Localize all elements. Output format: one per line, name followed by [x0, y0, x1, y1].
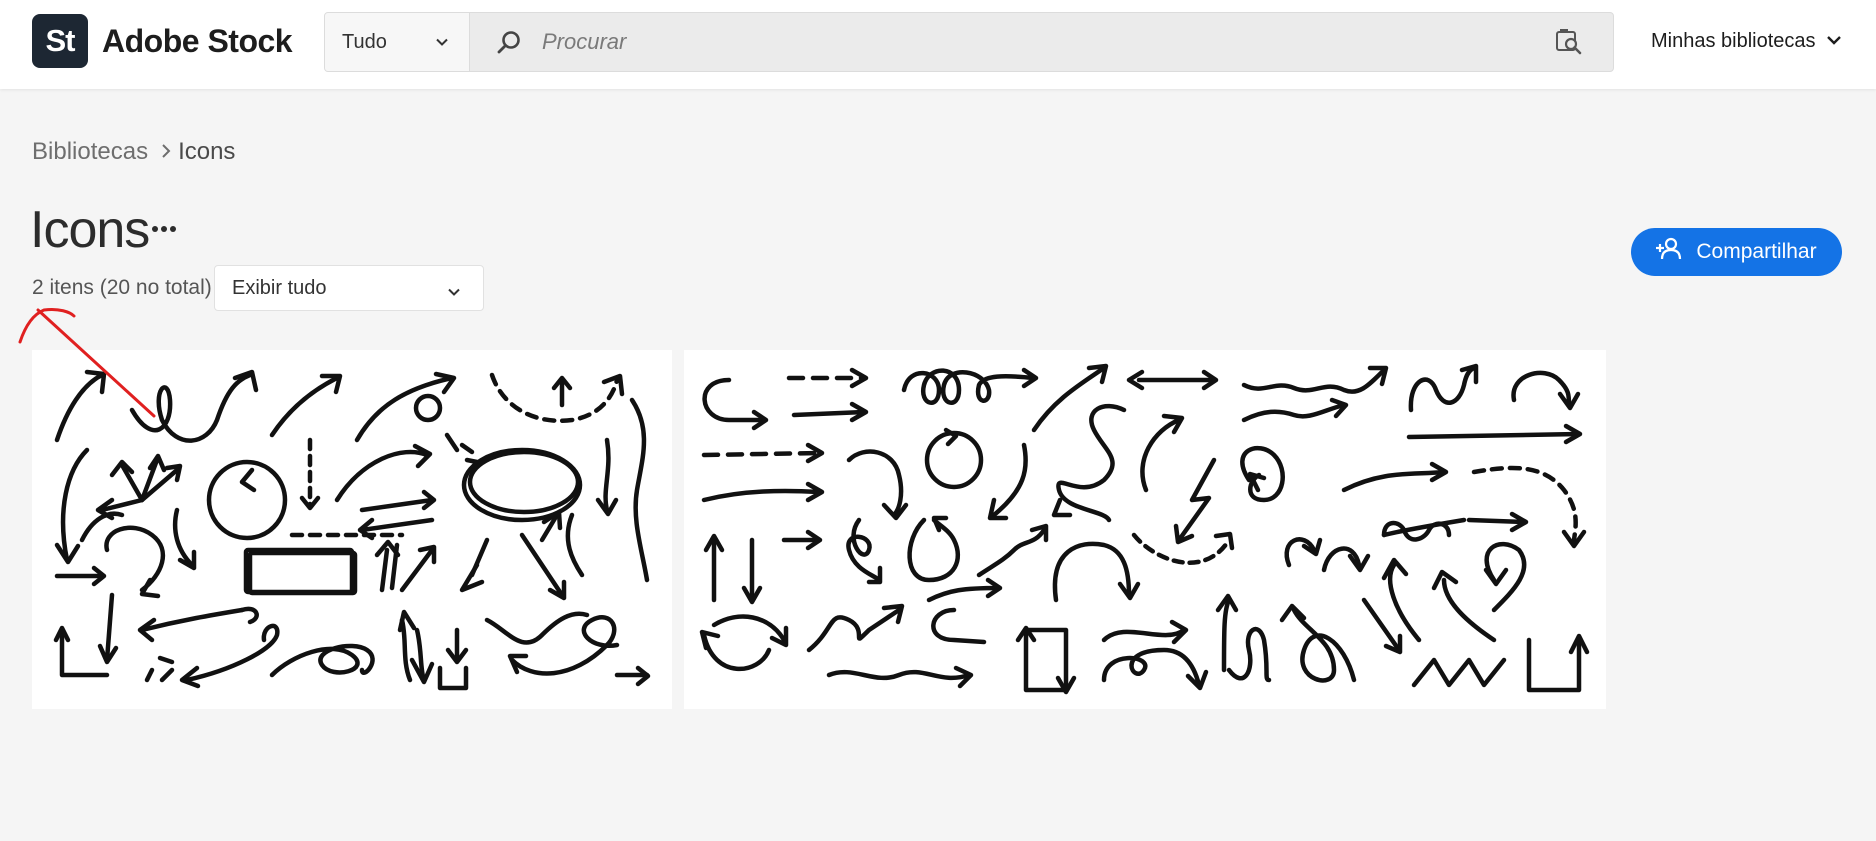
adobe-stock-logo[interactable]: St Adobe Stock — [32, 14, 293, 68]
hand-drawn-arrows-image — [699, 363, 1590, 695]
search-scope-label: Tudo — [342, 30, 387, 53]
search-field — [470, 13, 1613, 71]
item-count: 2 itens (20 no total) — [32, 276, 212, 299]
chevron-down-icon — [435, 32, 449, 55]
filter-select-label: Exibir tudo — [232, 276, 327, 299]
add-user-icon — [1656, 237, 1696, 267]
my-libraries-menu[interactable]: Minhas bibliotecas — [1651, 30, 1842, 53]
breadcrumb-current: Icons — [178, 138, 236, 165]
visual-search-icon[interactable] — [1555, 29, 1583, 60]
chevron-down-icon — [447, 282, 461, 305]
my-libraries-label: Minhas bibliotecas — [1651, 30, 1816, 52]
share-button-label: Compartilhar — [1696, 240, 1817, 263]
breadcrumb: Bibliotecas Icons — [32, 138, 235, 166]
search-scope-select[interactable]: Tudo — [325, 13, 470, 71]
search-bar: Tudo — [324, 12, 1614, 72]
search-icon — [496, 30, 522, 61]
breadcrumb-libraries-link[interactable]: Bibliotecas — [32, 138, 148, 166]
chevron-down-icon — [1816, 30, 1842, 53]
page-title: Icons — [30, 201, 150, 259]
hand-drawn-arrows-image — [53, 369, 651, 691]
share-button[interactable]: Compartilhar — [1631, 228, 1842, 276]
logo-badge: St — [32, 14, 88, 68]
more-icon[interactable] — [152, 226, 176, 232]
filter-select[interactable]: Exibir tudo — [214, 265, 484, 311]
asset-thumbnail[interactable] — [684, 350, 1606, 709]
search-input[interactable] — [540, 28, 1444, 56]
asset-thumbnail[interactable] — [32, 350, 672, 709]
chevron-right-icon — [160, 138, 172, 166]
top-header: St Adobe Stock Tudo Minhas bibliotecas — [0, 0, 1876, 89]
logo-text: Adobe Stock — [102, 22, 293, 59]
